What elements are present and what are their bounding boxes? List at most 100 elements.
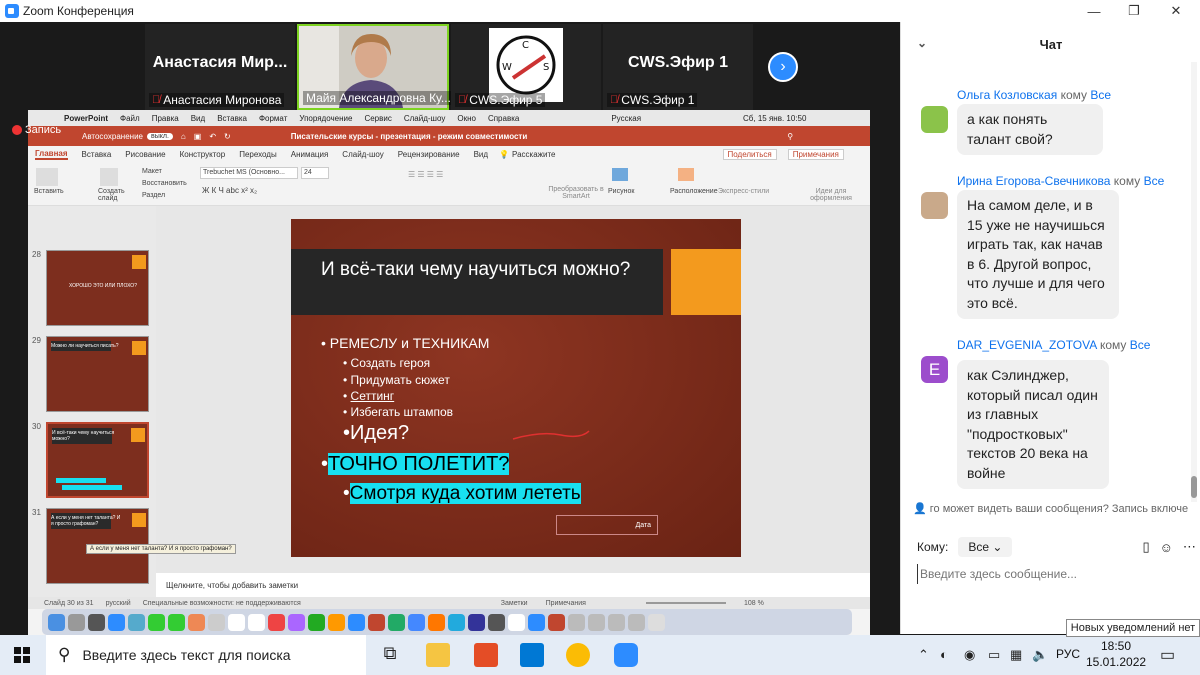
design-ideas-button[interactable]: Идеи для оформления xyxy=(806,188,856,202)
podcasts-icon[interactable] xyxy=(288,613,305,631)
tab-slideshow[interactable]: Слайд-шоу xyxy=(342,150,383,159)
message-sender[interactable]: DAR_EVGENIA_ZOTOVA кому Все xyxy=(957,338,1150,352)
tray-app-icon[interactable]: ◐ xyxy=(940,647,948,662)
home-icon[interactable]: ⌂ xyxy=(181,132,186,141)
menu-tools[interactable]: Сервис xyxy=(364,114,391,123)
slide-date-placeholder[interactable]: Дата xyxy=(556,515,658,535)
reset-button[interactable]: Восстановить xyxy=(142,180,187,187)
express-styles-button[interactable]: Экспресс-стили xyxy=(718,188,769,195)
menu-help[interactable]: Справка xyxy=(488,114,519,123)
trash-icon[interactable] xyxy=(648,613,665,631)
powerpoint-icon[interactable] xyxy=(368,613,385,631)
chat-message-input[interactable] xyxy=(917,564,1187,584)
section-button[interactable]: Раздел xyxy=(142,192,165,199)
paste-button[interactable]: Вставить xyxy=(34,188,64,195)
font-size-select[interactable]: 24 xyxy=(301,167,329,179)
mac-input-lang[interactable]: Русская xyxy=(611,114,641,123)
new-slide-button[interactable]: Создать слайд xyxy=(98,188,126,202)
pages-icon[interactable] xyxy=(328,613,345,631)
status-lang[interactable]: русский xyxy=(106,600,131,607)
status-accessibility[interactable]: Специальные возможности: не поддерживают… xyxy=(143,600,301,607)
maximize-button[interactable]: ❐ xyxy=(1114,0,1154,22)
share-button[interactable]: Поделиться xyxy=(722,148,777,160)
tab-design[interactable]: Конструктор xyxy=(180,150,226,159)
smartart-button[interactable]: Преобразовать в SmartArt xyxy=(546,186,606,200)
thumb-slide-28[interactable]: ХОРОШО ЭТО ИЛИ ПЛОХО? xyxy=(46,250,149,326)
picture-icon[interactable] xyxy=(612,168,628,181)
tab-insert[interactable]: Вставка xyxy=(82,150,112,159)
arrange-icon[interactable] xyxy=(678,168,694,181)
participant-tile[interactable]: Анастасия Мир... 🎙̸ Анастасия Миронова xyxy=(145,24,295,110)
launchpad-icon[interactable] xyxy=(68,613,85,631)
zoom-taskbar-icon[interactable] xyxy=(614,643,638,667)
zoom-dock-icon[interactable] xyxy=(528,613,545,631)
network-icon[interactable]: ▦ xyxy=(1010,647,1022,663)
paste-icon[interactable] xyxy=(36,168,58,186)
participant-tile-active[interactable]: Майя Александровна Ку... xyxy=(297,24,454,110)
chrome-icon[interactable] xyxy=(566,643,590,667)
input-language[interactable]: РУС xyxy=(1056,647,1080,661)
menu-app[interactable]: PowerPoint xyxy=(64,114,108,123)
office-icon[interactable] xyxy=(474,643,498,667)
thumb-slide-30[interactable]: И всё-таки чему научиться можно? xyxy=(46,422,149,498)
search-icon[interactable]: ⚲ xyxy=(787,132,793,141)
word-icon[interactable] xyxy=(348,613,365,631)
windows-start-icon[interactable] xyxy=(14,647,30,663)
recipient-select[interactable]: Все ⌄ xyxy=(958,537,1013,557)
emoji-icon[interactable]: ☺ xyxy=(1160,540,1173,555)
close-button[interactable]: ✕ xyxy=(1156,0,1196,22)
window-thumb-icon[interactable] xyxy=(568,613,585,631)
menu-edit[interactable]: Правка xyxy=(152,114,179,123)
excel-icon[interactable] xyxy=(388,613,405,631)
menu-insert[interactable]: Вставка xyxy=(217,114,247,123)
appstore-icon[interactable] xyxy=(408,613,425,631)
chat-scrollbar[interactable] xyxy=(1191,62,1197,502)
zoom-level[interactable]: 108 % xyxy=(744,600,764,607)
participant-tile[interactable]: C W S 🎙̸ CWS.Эфир 5 xyxy=(451,24,601,110)
thumb-slide-29[interactable]: Можно ли научиться писать? xyxy=(46,336,149,412)
redo-icon[interactable]: ↻ xyxy=(224,132,231,141)
picture-button[interactable]: Рисунок xyxy=(608,188,634,195)
visibility-notice[interactable]: 👤 го может видеть ваши сообщения? Запись… xyxy=(913,502,1200,515)
autosave-toggle[interactable]: выкл. xyxy=(146,132,173,140)
notes-toggle[interactable]: Заметки xyxy=(501,600,528,607)
vlc-icon[interactable] xyxy=(428,613,445,631)
save-icon[interactable]: ▣ xyxy=(194,132,202,141)
comments-toggle[interactable]: Примечания xyxy=(546,600,586,607)
tab-home[interactable]: Главная xyxy=(35,149,68,160)
file-icon[interactable]: ▯ xyxy=(1142,539,1149,555)
tab-animations[interactable]: Анимация xyxy=(291,150,329,159)
tray-camera-icon[interactable]: ◉ xyxy=(964,647,975,663)
tab-transitions[interactable]: Переходы xyxy=(239,150,277,159)
scrollbar-thumb[interactable] xyxy=(1191,476,1197,498)
zoom-slider[interactable] xyxy=(645,602,726,604)
current-slide[interactable]: И всё-таки чему научиться можно? • РЕМЕС… xyxy=(291,219,741,557)
safari-icon[interactable] xyxy=(108,613,125,631)
menu-file[interactable]: Файл xyxy=(120,114,140,123)
messages-icon[interactable] xyxy=(168,613,185,631)
taskbar-clock[interactable]: 18:50 15.01.2022 xyxy=(1086,638,1146,670)
menu-window[interactable]: Окно xyxy=(457,114,476,123)
window-thumb-icon[interactable] xyxy=(628,613,645,631)
file-explorer-icon[interactable] xyxy=(426,643,450,667)
minimize-button[interactable]: — xyxy=(1074,0,1114,22)
music-icon[interactable] xyxy=(268,613,285,631)
menu-view[interactable]: Вид xyxy=(191,114,205,123)
mail-icon[interactable] xyxy=(520,643,544,667)
window-thumb-icon[interactable] xyxy=(588,613,605,631)
app-icon[interactable] xyxy=(468,613,485,631)
taskbar-search[interactable]: ⚲ Введите здесь текст для поиска xyxy=(46,635,366,675)
finder-icon[interactable] xyxy=(48,613,65,631)
tray-chevron-icon[interactable]: ⌃ xyxy=(918,647,929,663)
layout-button[interactable]: Макет xyxy=(142,168,162,175)
powerpoint-doc-icon[interactable] xyxy=(548,613,565,631)
undo-icon[interactable]: ↶ xyxy=(209,132,216,141)
window-thumb-icon[interactable] xyxy=(608,613,625,631)
message-sender[interactable]: Ирина Егорова-Свечникова кому Все xyxy=(957,174,1164,188)
numbers-icon[interactable] xyxy=(308,613,325,631)
comments-button[interactable]: Примечания xyxy=(787,148,844,160)
app-icon[interactable] xyxy=(488,613,505,631)
recording-indicator[interactable]: Запись xyxy=(12,124,61,136)
calendar-icon[interactable] xyxy=(228,613,245,631)
tab-tellme[interactable]: Расскажите xyxy=(512,150,556,159)
